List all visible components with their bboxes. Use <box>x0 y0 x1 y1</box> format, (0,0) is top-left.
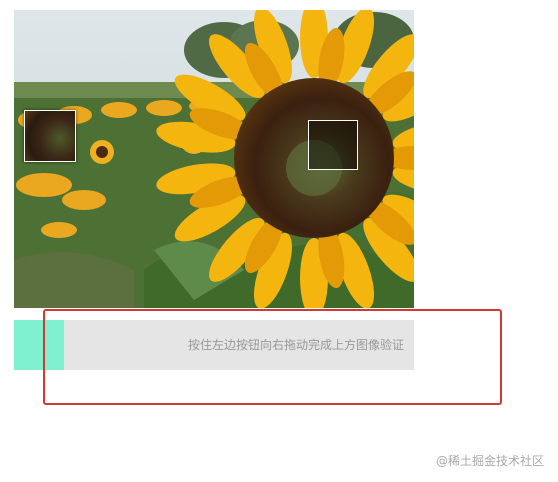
watermark: @稀土掘金技术社区 <box>435 454 544 468</box>
puzzle-piece <box>24 110 76 162</box>
puzzle-slot <box>308 120 358 170</box>
highlight-box <box>43 309 502 405</box>
